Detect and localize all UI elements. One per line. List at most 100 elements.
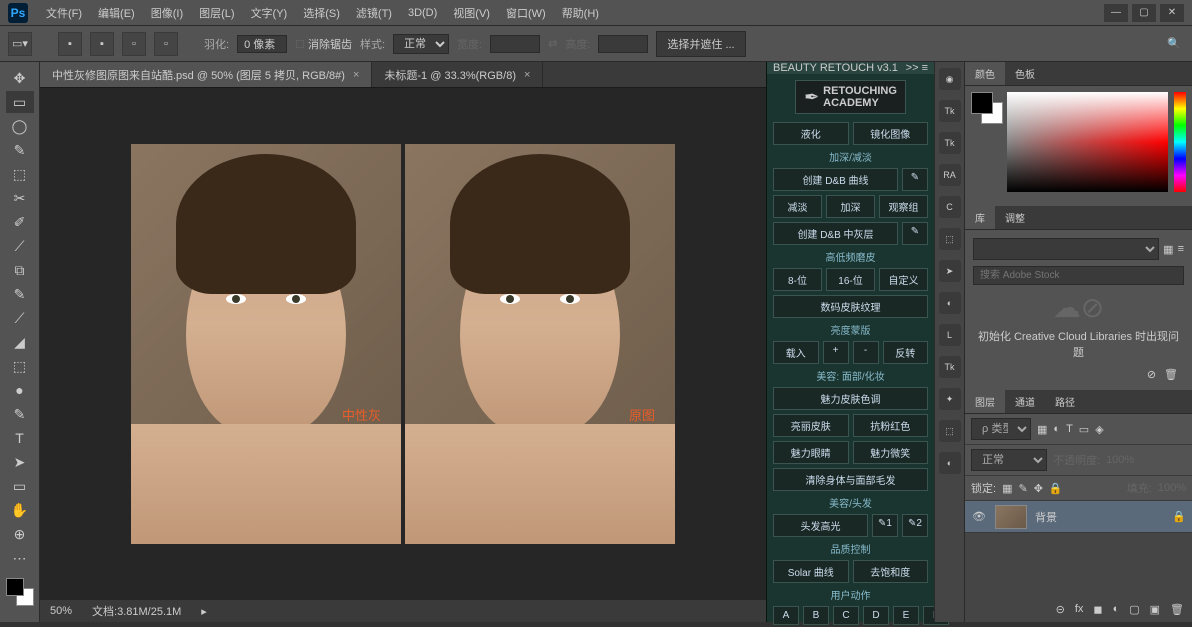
new-layer-icon[interactable]: ▣	[1150, 603, 1160, 616]
tab-2[interactable]: 未标题-1 @ 33.3%(RGB/8) ×	[372, 62, 543, 87]
side-icon[interactable]: ➤	[939, 260, 961, 282]
link-icon[interactable]: ⊘	[1147, 368, 1156, 381]
style-select[interactable]: 正常	[393, 34, 449, 54]
brush2-icon[interactable]: ✎2	[902, 514, 928, 537]
close-button[interactable]: ✕	[1160, 4, 1184, 22]
intersect-selection-icon[interactable]: ▫	[154, 32, 178, 56]
lock-icon[interactable]: 🔒	[1172, 510, 1186, 523]
subtract-selection-icon[interactable]: ▫	[122, 32, 146, 56]
close-icon[interactable]: ×	[353, 69, 359, 81]
maximize-button[interactable]: ▢	[1132, 4, 1156, 22]
desat-button[interactable]: 去饱和度	[853, 560, 929, 583]
side-icon[interactable]: ✦	[939, 388, 961, 410]
zoom-tool[interactable]: ⊕	[6, 523, 34, 545]
side-icon[interactable]: Tk	[939, 356, 961, 378]
filter-pixel-icon[interactable]: ▦	[1037, 423, 1047, 436]
tab-paths[interactable]: 路径	[1045, 390, 1085, 413]
side-icon[interactable]: ◐	[939, 292, 961, 314]
menu-layer[interactable]: 图层(L)	[191, 0, 242, 26]
type-tool[interactable]: T	[6, 427, 34, 449]
trash-icon[interactable]: 🗑	[1164, 368, 1178, 381]
color-picker[interactable]	[1007, 92, 1168, 192]
tab-adjustments[interactable]: 调整	[995, 206, 1035, 229]
edit-toolbar[interactable]: ⋯	[6, 547, 34, 569]
magic-wand-tool[interactable]: ✎	[6, 139, 34, 161]
healing-tool[interactable]: ✐	[6, 211, 34, 233]
lock-icon[interactable]: 🔒	[1049, 482, 1063, 495]
fg-swatch[interactable]	[971, 92, 993, 114]
hand-tool[interactable]: ✋	[6, 499, 34, 521]
menu-3d[interactable]: 3D(D)	[400, 0, 445, 26]
solar-button[interactable]: Solar 曲线	[773, 560, 849, 583]
tool-preset-icon[interactable]: ▭▾	[8, 32, 32, 56]
action-b[interactable]: B	[803, 606, 829, 625]
blur-tool[interactable]: ⬚	[6, 355, 34, 377]
blend-mode-select[interactable]: 正常	[971, 449, 1047, 471]
action-c[interactable]: C	[833, 606, 859, 625]
action-d[interactable]: D	[863, 606, 889, 625]
library-search-input[interactable]	[973, 266, 1184, 285]
tab-swatches[interactable]: 色板	[1005, 62, 1045, 85]
move-tool[interactable]: ✥	[6, 67, 34, 89]
mirror-button[interactable]: 镜化图像	[853, 122, 929, 145]
adjustment-icon[interactable]: ◐	[1113, 603, 1120, 615]
color-swatch[interactable]	[6, 578, 34, 606]
menu-file[interactable]: 文件(F)	[38, 0, 90, 26]
lock-pixel-icon[interactable]: ✥	[1034, 482, 1043, 495]
anti-pink-button[interactable]: 抗粉红色	[853, 414, 929, 437]
layer-name[interactable]: 背景	[1035, 509, 1057, 525]
eraser-tool[interactable]: ⟋	[6, 307, 34, 329]
liquify-button[interactable]: 液化	[773, 122, 849, 145]
pen-tool[interactable]: ✎	[6, 403, 34, 425]
path-tool[interactable]: ➤	[6, 451, 34, 473]
menu-view[interactable]: 视图(V)	[445, 0, 498, 26]
library-select[interactable]	[973, 238, 1159, 260]
skin-texture-button[interactable]: 数码皮肤纹理	[773, 295, 928, 318]
mask-icon[interactable]: ◼	[1093, 603, 1102, 616]
16bit-button[interactable]: 16-位	[826, 268, 875, 291]
color-swatches[interactable]	[971, 92, 1001, 200]
collapse-icon[interactable]: >> ≡	[906, 62, 928, 74]
tab-color[interactable]: 颜色	[965, 62, 1005, 85]
side-icon[interactable]: Tk	[939, 132, 961, 154]
feather-input[interactable]	[237, 35, 287, 53]
menu-edit[interactable]: 编辑(E)	[90, 0, 143, 26]
custom-button[interactable]: 自定义	[879, 268, 928, 291]
brush1-icon[interactable]: ✎1	[872, 514, 898, 537]
select-and-mask-button[interactable]: 选择并遮住 ...	[656, 31, 745, 57]
load-button[interactable]: 载入	[773, 341, 819, 364]
create-db-curves-button[interactable]: 创建 D&B 曲线	[773, 168, 898, 191]
menu-window[interactable]: 窗口(W)	[498, 0, 554, 26]
menu-select[interactable]: 选择(S)	[295, 0, 348, 26]
marquee-tool[interactable]: ▭	[6, 91, 34, 113]
side-icon[interactable]: C	[939, 196, 961, 218]
crop-tool[interactable]: ⬚	[6, 163, 34, 185]
layer-row[interactable]: 👁 背景 🔒	[965, 501, 1192, 533]
burn-button[interactable]: 加深	[826, 195, 875, 218]
side-icon[interactable]: ⬚	[939, 420, 961, 442]
side-icon[interactable]: RA	[939, 164, 961, 186]
foreground-color[interactable]	[6, 578, 24, 596]
side-icon[interactable]: Tk	[939, 100, 961, 122]
filter-adjust-icon[interactable]: ◐	[1053, 423, 1060, 436]
group-icon[interactable]: ▢	[1129, 603, 1139, 616]
menu-help[interactable]: 帮助(H)	[554, 0, 607, 26]
grid-icon[interactable]: ▦	[1163, 243, 1173, 256]
side-icon[interactable]: ◐	[939, 452, 961, 474]
action-e[interactable]: E	[893, 606, 919, 625]
add-selection-icon[interactable]: ▪	[90, 32, 114, 56]
search-icon[interactable]: 🔍	[1164, 34, 1184, 54]
brush-tool[interactable]: ⟋	[6, 235, 34, 257]
list-icon[interactable]: ≡	[1178, 243, 1184, 255]
menu-image[interactable]: 图像(I)	[143, 0, 191, 26]
menu-filter[interactable]: 滤镜(T)	[348, 0, 400, 26]
minimize-button[interactable]: —	[1104, 4, 1128, 22]
minus-button[interactable]: -	[853, 341, 879, 364]
shape-tool[interactable]: ▭	[6, 475, 34, 497]
remove-hair-button[interactable]: 清除身体与面部毛发	[773, 468, 928, 491]
link-layers-icon[interactable]: ⊝	[1056, 603, 1065, 616]
action-a[interactable]: A	[773, 606, 799, 625]
filter-shape-icon[interactable]: ▭	[1079, 423, 1089, 436]
lock-all-icon[interactable]: ▦	[1002, 482, 1012, 495]
new-selection-icon[interactable]: ▪	[58, 32, 82, 56]
